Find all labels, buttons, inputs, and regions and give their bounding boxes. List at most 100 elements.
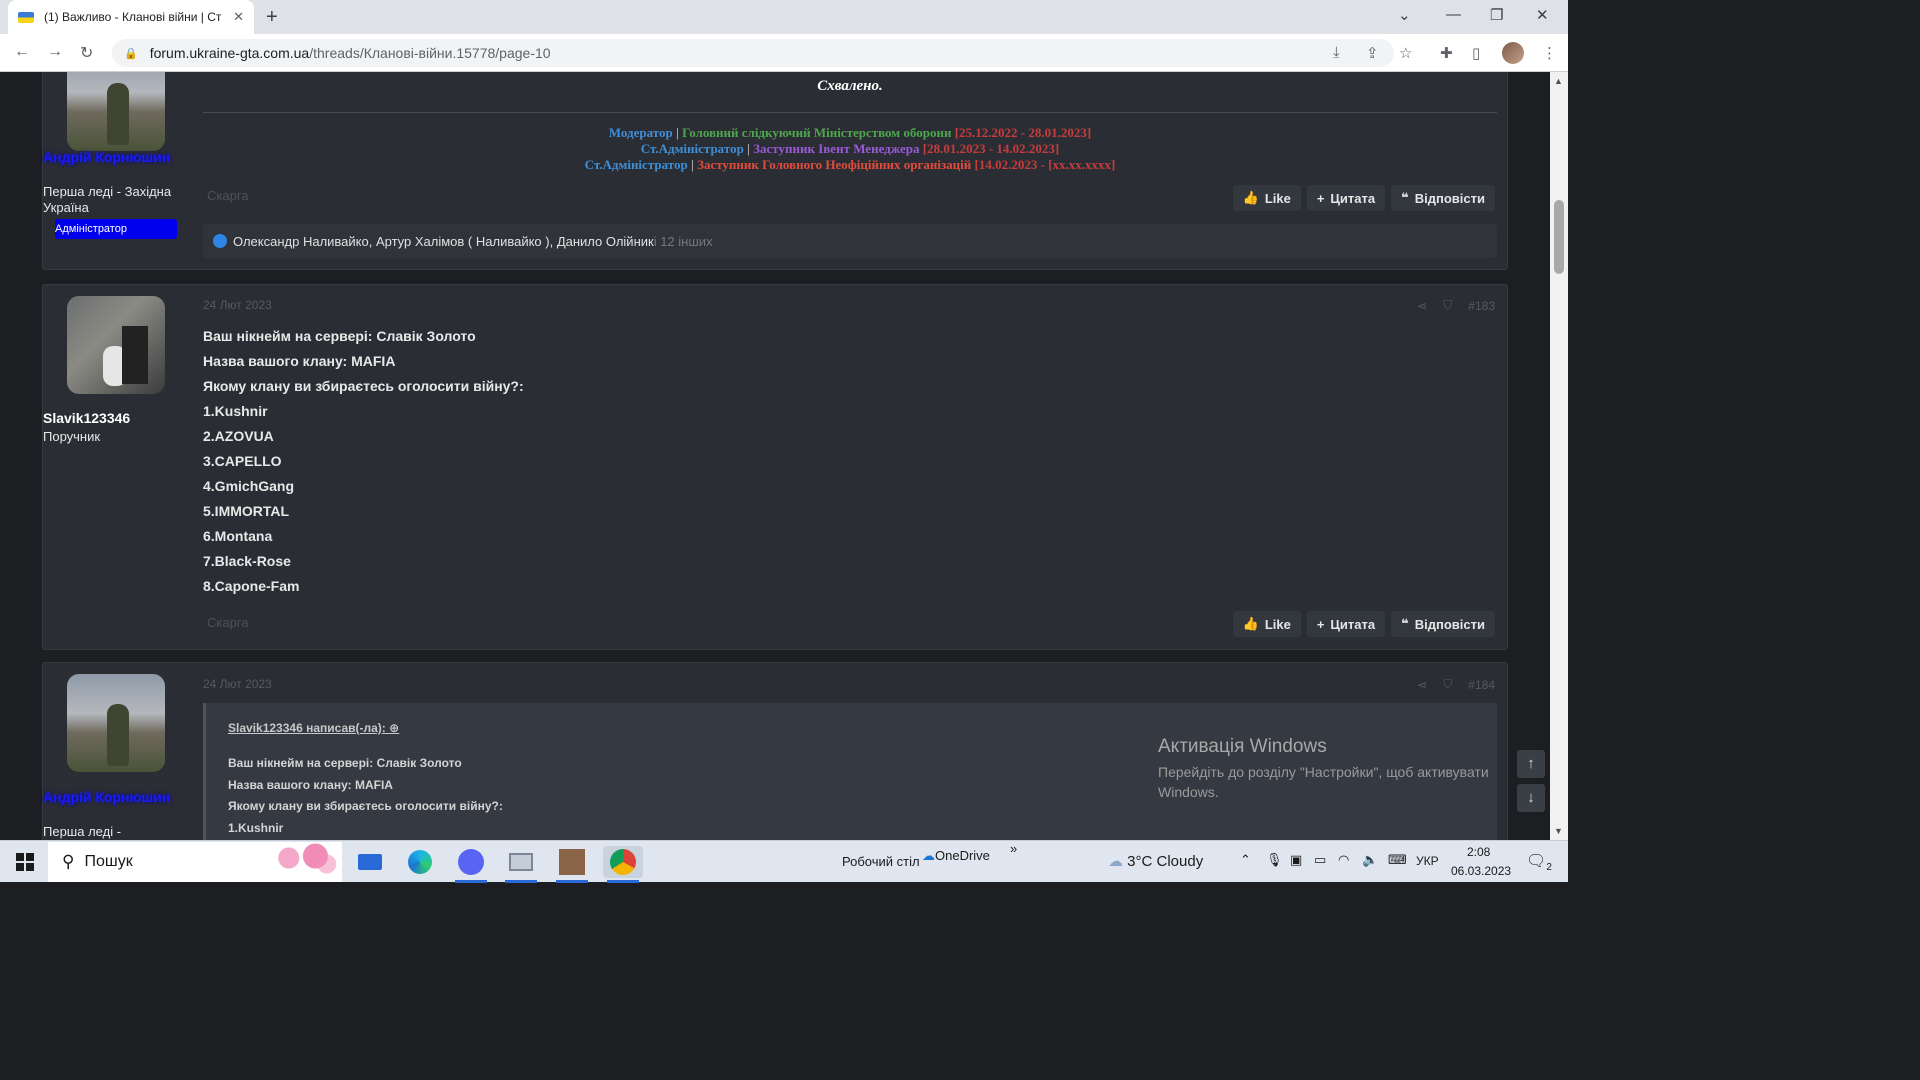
reply-button[interactable]: ❝ Відповісти: [1391, 185, 1495, 211]
tab-strip: (1) Важливо - Кланові війни | Ст ✕ + ⌄ —…: [0, 0, 1568, 34]
battery-icon[interactable]: ▭: [1314, 852, 1326, 868]
tab-search-icon[interactable]: ⌄: [1398, 6, 1411, 24]
clock-date[interactable]: 06.03.2023: [1451, 864, 1511, 878]
quote-button[interactable]: + Цитата: [1306, 611, 1386, 637]
author-name[interactable]: Slavik123346: [43, 410, 189, 426]
browser-tab[interactable]: (1) Важливо - Кланові війни | Ст ✕: [8, 0, 254, 34]
plus-icon: +: [1316, 616, 1325, 632]
body-line: 5.IMMORTAL: [203, 503, 290, 519]
body-line: Якому клану ви збираєтесь оголосити війн…: [203, 378, 524, 394]
minimize-icon[interactable]: —: [1446, 6, 1461, 23]
bookmark-icon[interactable]: ⛉: [1443, 677, 1452, 692]
page-content: Андрій Корнюшин Перша леді - Західна Укр…: [0, 72, 1550, 840]
share-icon[interactable]: ⋖: [1417, 678, 1427, 692]
wifi-icon[interactable]: ◠: [1338, 852, 1349, 868]
clock-time[interactable]: 2:08: [1467, 845, 1490, 859]
activation-text: Перейдіть до розділу "Настройки", щоб ак…: [1158, 764, 1489, 800]
quote-author-link[interactable]: Slavik123346 написав(-ла): ⊕: [228, 721, 399, 735]
post-number[interactable]: #184: [1468, 678, 1495, 692]
menu-icon[interactable]: ⋮: [1542, 44, 1557, 62]
bookmark-star-icon[interactable]: ☆: [1399, 44, 1412, 62]
tray-overflow-icon[interactable]: ⌃: [1240, 852, 1251, 868]
author-name[interactable]: Андрій Корнюшин: [43, 789, 189, 806]
like-button[interactable]: 👍 Like: [1232, 185, 1301, 211]
start-windows-icon[interactable]: [16, 853, 34, 871]
reply-button[interactable]: ❝ Відповісти: [1391, 611, 1495, 637]
game-app-icon[interactable]: [552, 846, 592, 883]
tab-close-icon[interactable]: ✕: [233, 9, 244, 25]
scrollbar-thumb[interactable]: [1554, 200, 1564, 274]
avatar[interactable]: [67, 72, 165, 151]
bookmark-icon[interactable]: ⛉: [1443, 298, 1452, 313]
taskbar-search[interactable]: ⚲ Пошук: [48, 842, 342, 882]
quote-button[interactable]: + Цитата: [1306, 185, 1386, 211]
onedrive-label[interactable]: ☁OneDrive: [922, 848, 990, 864]
scroll-arrow-down-icon[interactable]: ▼: [1554, 826, 1563, 836]
forward-icon[interactable]: →: [47, 43, 63, 61]
photos-app-icon[interactable]: [501, 846, 541, 883]
post-actions: 👍 Like + Цитата ❝ Відповісти: [1232, 611, 1495, 637]
report-link[interactable]: Скарга: [207, 615, 249, 630]
reload-icon[interactable]: ↻: [80, 43, 93, 63]
weather-widget[interactable]: ☁ 3°C Cloudy: [1108, 852, 1203, 870]
like-button[interactable]: 👍 Like: [1232, 611, 1301, 637]
body-line: 6.Montana: [203, 528, 273, 544]
avatar[interactable]: [67, 674, 165, 772]
scroll-down-button[interactable]: ↓: [1517, 784, 1545, 812]
toolbar-overflow-icon[interactable]: »: [1010, 841, 1017, 856]
thumbs-up-icon: 👍: [1242, 616, 1259, 631]
share-icon[interactable]: ⇪: [1366, 44, 1379, 62]
weather-cloud-icon: ☁: [1108, 853, 1123, 870]
post-body: Ваш нікнейм на сервері: Славік Золото На…: [203, 324, 524, 599]
post-number[interactable]: #183: [1468, 299, 1495, 313]
thumbs-up-icon: 👍: [1242, 190, 1259, 205]
display-icon[interactable]: ▣: [1290, 852, 1302, 868]
side-panel-icon[interactable]: ▯: [1472, 44, 1480, 62]
profile-avatar[interactable]: [1502, 42, 1524, 64]
url-path: /threads/Кланові-війни.15778/page-10: [309, 45, 551, 61]
scroll-arrow-up-icon[interactable]: ▲: [1554, 76, 1563, 86]
chrome-app-icon[interactable]: [603, 846, 643, 883]
arrow-up-icon: ↑: [1527, 755, 1535, 772]
install-icon[interactable]: ⤓: [1333, 44, 1340, 61]
signature-line: Модератор | Головний слідкуючий Міністер…: [608, 125, 1092, 140]
mail-app-icon[interactable]: [350, 846, 390, 878]
author-name[interactable]: Андрій Корнюшин: [43, 149, 189, 166]
page-scrollbar[interactable]: ▲ ▼: [1550, 72, 1568, 840]
new-tab-icon[interactable]: +: [266, 6, 278, 29]
expand-quote-icon[interactable]: ⊕: [389, 721, 399, 735]
desktop-toolbar-label[interactable]: Робочий стіл: [842, 854, 920, 869]
lock-icon[interactable]: 🔒: [124, 47, 138, 60]
windows-taskbar: ⚲ Пошук Робочий стіл ☁OneDrive » ☁ 3°C C…: [0, 840, 1568, 883]
keyboard-icon[interactable]: ⌨: [1388, 852, 1407, 868]
likes-others[interactable]: і 12 інших: [654, 234, 713, 249]
arrow-down-icon: ↓: [1527, 789, 1535, 806]
favicon-icon: [18, 11, 34, 23]
likes-names[interactable]: Олександр Наливайко, Артур Халімов ( Нал…: [233, 234, 654, 249]
report-link[interactable]: Скарга: [207, 188, 249, 203]
post-date[interactable]: 24 Лют 2023: [203, 298, 272, 312]
restore-icon[interactable]: ❐: [1490, 6, 1503, 24]
address-bar[interactable]: 🔒 forum.ukraine-gta.com.ua/threads/Клано…: [112, 39, 1394, 67]
post: Андрій Корнюшин Перша леді - Західна Укр…: [42, 72, 1508, 270]
share-icon[interactable]: ⋖: [1417, 299, 1427, 313]
avatar[interactable]: [67, 296, 165, 394]
volume-icon[interactable]: 🔈: [1362, 852, 1378, 868]
post: Slavik123346 Поручник 24 Лют 2023 ⋖ ⛉ #1…: [42, 284, 1508, 650]
notifications-icon[interactable]: 🗨2: [1526, 851, 1552, 873]
scroll-up-button[interactable]: ↑: [1517, 750, 1545, 778]
window-close-icon[interactable]: ✕: [1536, 6, 1549, 24]
notification-count: 2: [1546, 862, 1552, 874]
search-icon: ⚲: [62, 852, 75, 871]
back-icon[interactable]: ←: [14, 43, 30, 61]
signature-line: Ст.Адміністратор | Заступник Івент Менед…: [640, 141, 1060, 156]
language-indicator[interactable]: УКР: [1416, 854, 1439, 868]
blossom-decoration: [266, 842, 342, 882]
windows-activation-watermark: Активація Windows Перейдіть до розділу "…: [1158, 736, 1518, 802]
discord-app-icon[interactable]: [451, 846, 491, 883]
extensions-icon[interactable]: ✚: [1440, 44, 1453, 62]
edge-app-icon[interactable]: [400, 846, 440, 878]
likes-bar: Олександр Наливайко, Артур Халімов ( Нал…: [203, 224, 1497, 258]
microphone-icon[interactable]: 🎙: [1266, 852, 1283, 868]
post-date[interactable]: 24 Лют 2023: [203, 677, 272, 691]
